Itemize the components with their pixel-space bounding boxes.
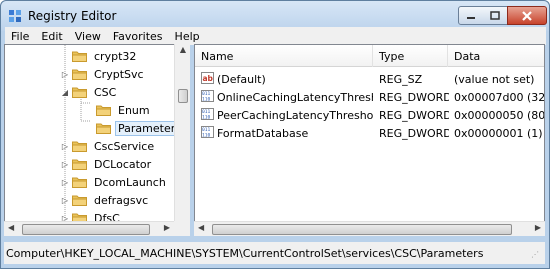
tree-item-label[interactable]: Enum	[115, 103, 153, 118]
scrollbar-corner	[174, 221, 190, 236]
scroll-thumb[interactable]	[212, 224, 512, 235]
column-header-name[interactable]: Name	[195, 45, 373, 67]
folder-icon	[72, 68, 87, 80]
svg-text:011: 011	[202, 91, 211, 97]
expand-arrow-icon[interactable]: ▷	[61, 142, 69, 151]
binary-value-icon: 011 110	[201, 89, 217, 105]
svg-text:110: 110	[202, 114, 211, 120]
tree-vertical-scrollbar[interactable]: ▲ ▼	[174, 44, 190, 236]
menu-favorites[interactable]: Favorites	[107, 30, 169, 43]
value-name-cell: 011110OnlineCachingLatencyThreshold	[201, 88, 373, 106]
folder-icon	[72, 194, 87, 206]
value-data: 0x00007d00 (32000)	[454, 90, 545, 104]
registry-icon	[9, 10, 21, 22]
column-header-type[interactable]: Type	[373, 45, 448, 67]
svg-text:011: 011	[202, 127, 211, 133]
menu-view[interactable]: View	[69, 30, 107, 43]
tree-horizontal-scrollbar[interactable]: ◀ ▶	[4, 221, 174, 236]
tree-item-label[interactable]: CryptSvc	[91, 67, 147, 82]
registry-path: Computer\HKEY_LOCAL_MACHINE\SYSTEM\Curre…	[6, 246, 484, 260]
menu-help[interactable]: Help	[169, 30, 206, 43]
expand-arrow-icon[interactable]: ▷	[61, 196, 69, 205]
tree-item[interactable]: ▷ CscService	[61, 137, 157, 155]
scroll-right-arrow-icon[interactable]: ▶	[535, 223, 541, 232]
string-value-icon: ab	[201, 71, 217, 87]
menu-file[interactable]: File	[5, 30, 35, 43]
binary-value-icon: 011 110	[201, 125, 217, 141]
registry-key-tree[interactable]: crypt32 ▷ CryptSvc ◢ CSC Enum Parameters ▷ CscSe…	[4, 44, 190, 236]
value-name-cell: 011 110 PeerCachingLatencyThreshold	[201, 106, 373, 124]
value-type: REG_DWORD	[379, 126, 449, 140]
list-row[interactable]: 011 110 PeerCachingLatencyThreshold REG_DWO…	[195, 106, 545, 124]
svg-text:110: 110	[202, 96, 211, 102]
tree-item[interactable]: ▷ CryptSvc	[61, 65, 147, 83]
resize-grip-icon[interactable]: ⋰	[531, 250, 541, 260]
tree-item-label[interactable]: CscService	[91, 139, 157, 154]
value-name: FormatDatabase	[217, 126, 309, 140]
minimize-button[interactable]	[458, 6, 484, 25]
value-data: 0x00000050 (80)	[454, 108, 545, 122]
list-row[interactable]: ab (Default) REG_SZ (value not set)	[195, 70, 544, 88]
value-name-cell: 011 110 FormatDatabase	[201, 124, 373, 142]
list-row[interactable]: 011 110 FormatDatabase REG_DWORD 0x00000001 …	[195, 124, 544, 142]
column-header-data[interactable]: Data	[448, 45, 544, 67]
minimize-icon	[467, 16, 475, 19]
tree-item[interactable]: Enum	[85, 101, 153, 119]
tree-item-label[interactable]: CSC	[91, 85, 119, 100]
svg-text:ab: ab	[203, 74, 214, 83]
value-data: (value not set)	[454, 72, 535, 86]
tree-item[interactable]: Parameters	[85, 119, 184, 137]
value-name: PeerCachingLatencyThreshold	[217, 108, 373, 122]
folder-icon	[72, 176, 87, 188]
collapse-arrow-icon[interactable]: ◢	[61, 88, 69, 97]
tree-item-label[interactable]: crypt32	[91, 49, 139, 64]
value-name-cell: ab (Default)	[201, 70, 373, 88]
folder-icon	[72, 158, 87, 170]
scroll-left-arrow-icon[interactable]: ◀	[8, 223, 14, 232]
tree-item[interactable]: ▷ DCLocator	[61, 155, 154, 173]
tree-item-label[interactable]: defragsvc	[91, 193, 151, 208]
value-type: REG_DWORD	[379, 90, 449, 104]
scroll-left-arrow-icon[interactable]: ◀	[198, 223, 204, 232]
tree-item-label[interactable]: DcomLaunch	[91, 175, 169, 190]
status-bar: Computer\HKEY_LOCAL_MACHINE\SYSTEM\Curre…	[4, 242, 545, 264]
expand-arrow-icon[interactable]: ▷	[61, 178, 69, 187]
scroll-right-arrow-icon[interactable]: ▶	[164, 223, 170, 232]
value-data: 0x00000001 (1)	[454, 126, 543, 140]
folder-icon	[96, 122, 111, 134]
maximize-icon	[490, 10, 500, 20]
scroll-up-arrow-icon[interactable]: ▲	[179, 45, 187, 54]
binary-value-icon: 011 110	[201, 107, 217, 123]
value-name: (Default)	[217, 72, 266, 86]
window-title: Registry Editor	[28, 9, 117, 23]
tree-item[interactable]: ▷ DcomLaunch	[61, 173, 169, 191]
menu-bar: File Edit View Favorites Help	[5, 27, 546, 45]
value-type: REG_SZ	[379, 72, 423, 86]
expand-arrow-icon[interactable]: ▷	[61, 70, 69, 79]
folder-icon	[72, 140, 87, 152]
folder-icon	[72, 86, 87, 98]
tree-item[interactable]: ▷ defragsvc	[61, 191, 151, 209]
menu-edit[interactable]: Edit	[35, 30, 68, 43]
tree-item[interactable]: ◢ CSC	[61, 83, 119, 101]
value-type: REG_DWORD	[379, 108, 449, 122]
close-icon	[522, 10, 532, 21]
registry-values-list[interactable]: Name Type Data ab (Default) REG_SZ (value n…	[194, 44, 545, 236]
folder-icon	[96, 104, 111, 116]
folder-icon	[72, 50, 87, 62]
scroll-thumb[interactable]	[22, 224, 150, 235]
scroll-thumb[interactable]	[178, 89, 188, 103]
svg-text:110: 110	[202, 132, 211, 138]
close-button[interactable]	[507, 6, 547, 25]
expand-arrow-icon[interactable]: ▷	[61, 160, 69, 169]
value-name: OnlineCachingLatencyThreshold	[217, 90, 373, 104]
tree-item-label[interactable]: DCLocator	[91, 157, 154, 172]
maximize-button[interactable]	[483, 6, 508, 25]
list-header: Name Type Data	[195, 45, 544, 67]
svg-text:011: 011	[202, 109, 211, 115]
tree-item[interactable]: crypt32	[61, 47, 139, 65]
list-horizontal-scrollbar[interactable]: ◀ ▶	[194, 221, 545, 236]
list-row[interactable]: 011110OnlineCachingLatencyThresholdREG_D…	[195, 88, 545, 106]
